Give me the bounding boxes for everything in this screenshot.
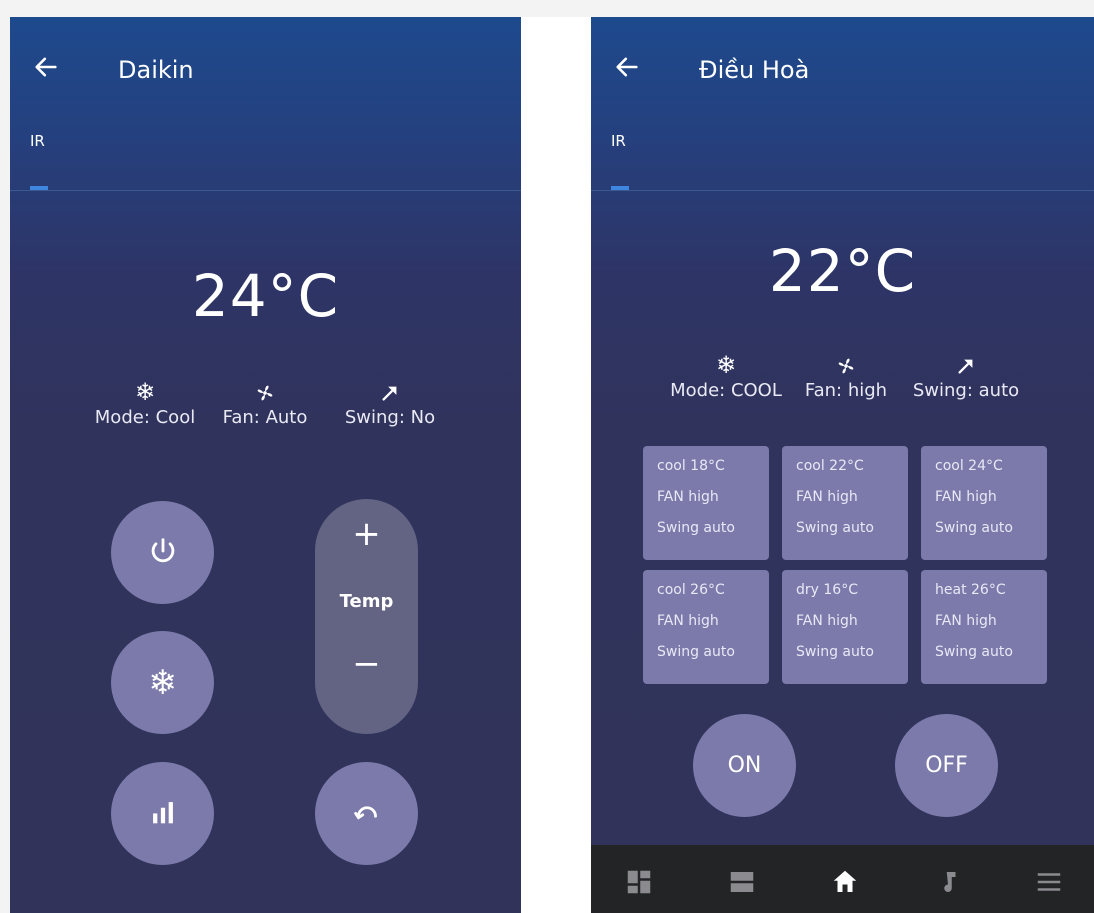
dashboard-icon[interactable]: [619, 867, 659, 897]
preset-swing: Swing auto: [657, 644, 735, 660]
preset-mode-temp: dry 16°C: [796, 582, 858, 598]
back-arrow-icon[interactable]: [613, 53, 649, 89]
preset-fan: FAN high: [935, 489, 997, 505]
swing-icon: [906, 350, 1026, 380]
fan-label: Fan: Auto: [222, 407, 308, 428]
swing-button[interactable]: [315, 762, 418, 865]
preset-fan: FAN high: [796, 489, 858, 505]
swing-icon: [335, 377, 445, 407]
mode-label: Mode: Cool: [94, 407, 196, 428]
preset-button[interactable]: cool 18°C FAN high Swing auto: [643, 446, 769, 560]
preset-button[interactable]: cool 22°C FAN high Swing auto: [782, 446, 908, 560]
fan-icon: [786, 350, 906, 380]
preset-button[interactable]: dry 16°C FAN high Swing auto: [782, 570, 908, 684]
preset-fan: FAN high: [657, 489, 719, 505]
tab-divider: [10, 190, 521, 191]
temp-down-button[interactable]: −: [315, 639, 418, 689]
page-title: Điều Hoà: [699, 56, 810, 84]
snowflake-icon: ❄: [148, 662, 177, 703]
power-icon: [146, 534, 180, 572]
swing-arc-icon: [350, 795, 384, 833]
fan-icon: [210, 377, 320, 407]
off-button[interactable]: OFF: [895, 714, 998, 817]
preset-swing: Swing auto: [935, 520, 1013, 536]
swing-status: Swing: auto: [906, 350, 1026, 401]
on-button[interactable]: ON: [693, 714, 796, 817]
preset-swing: Swing auto: [935, 644, 1013, 660]
tab-ir[interactable]: IR: [611, 132, 626, 150]
snowflake-icon: ❄: [715, 351, 737, 379]
preset-mode-temp: cool 24°C: [935, 458, 1003, 474]
preset-button[interactable]: cool 24°C FAN high Swing auto: [921, 446, 1047, 560]
preset-swing: Swing auto: [657, 520, 735, 536]
preset-swing: Swing auto: [796, 644, 874, 660]
dieu-hoa-remote-screen: Điều Hoà IR 22°C ❄ Mode: COOL Fan: high …: [591, 17, 1094, 913]
home-icon[interactable]: [825, 867, 865, 897]
temp-up-button[interactable]: +: [315, 509, 418, 559]
preset-mode-temp: cool 22°C: [796, 458, 864, 474]
preset-mode-temp: cool 26°C: [657, 582, 725, 598]
preset-swing: Swing auto: [796, 520, 874, 536]
preset-button[interactable]: cool 26°C FAN high Swing auto: [643, 570, 769, 684]
daikin-remote-screen: Daikin IR 24°C ❄ Mode: Cool Fan: Auto Sw…: [10, 17, 521, 913]
page-title: Daikin: [118, 56, 194, 84]
menu-icon[interactable]: [1029, 867, 1069, 897]
preset-button[interactable]: heat 26°C FAN high Swing auto: [921, 570, 1047, 684]
swing-label: Swing: No: [344, 407, 436, 428]
preset-fan: FAN high: [657, 613, 719, 629]
power-button[interactable]: [111, 501, 214, 604]
mode-label: Mode: COOL: [670, 380, 782, 401]
preset-fan: FAN high: [935, 613, 997, 629]
signal-bars-icon: [146, 795, 180, 833]
tab-ir[interactable]: IR: [30, 132, 45, 150]
temperature-display: 24°C: [191, 262, 340, 330]
mode-status: ❄ Mode: COOL: [666, 350, 786, 401]
app-bar: Daikin: [10, 17, 521, 127]
temperature-control: + Temp −: [315, 499, 418, 734]
app-bar: Điều Hoà: [591, 17, 1094, 127]
list-view-icon[interactable]: [722, 867, 762, 897]
fan-speed-button[interactable]: [111, 762, 214, 865]
bottom-navigation: [591, 845, 1094, 913]
music-icon[interactable]: [928, 867, 968, 897]
temp-label: Temp: [339, 591, 394, 612]
preset-mode-temp: heat 26°C: [935, 582, 1006, 598]
tab-divider: [591, 190, 1094, 191]
fan-status: Fan: high: [786, 350, 906, 401]
fan-status: Fan: Auto: [210, 377, 320, 428]
preset-mode-temp: cool 18°C: [657, 458, 725, 474]
back-arrow-icon[interactable]: [32, 53, 68, 89]
temperature-display: 22°C: [768, 237, 917, 305]
preset-fan: FAN high: [796, 613, 858, 629]
fan-label: Fan: high: [804, 380, 888, 401]
snowflake-icon: ❄: [134, 378, 156, 406]
gap-between-screens: [521, 17, 591, 913]
mode-button[interactable]: ❄: [111, 631, 214, 734]
swing-status: Swing: No: [335, 377, 445, 428]
swing-label: Swing: auto: [912, 380, 1020, 401]
mode-status: ❄ Mode: Cool: [90, 377, 200, 428]
